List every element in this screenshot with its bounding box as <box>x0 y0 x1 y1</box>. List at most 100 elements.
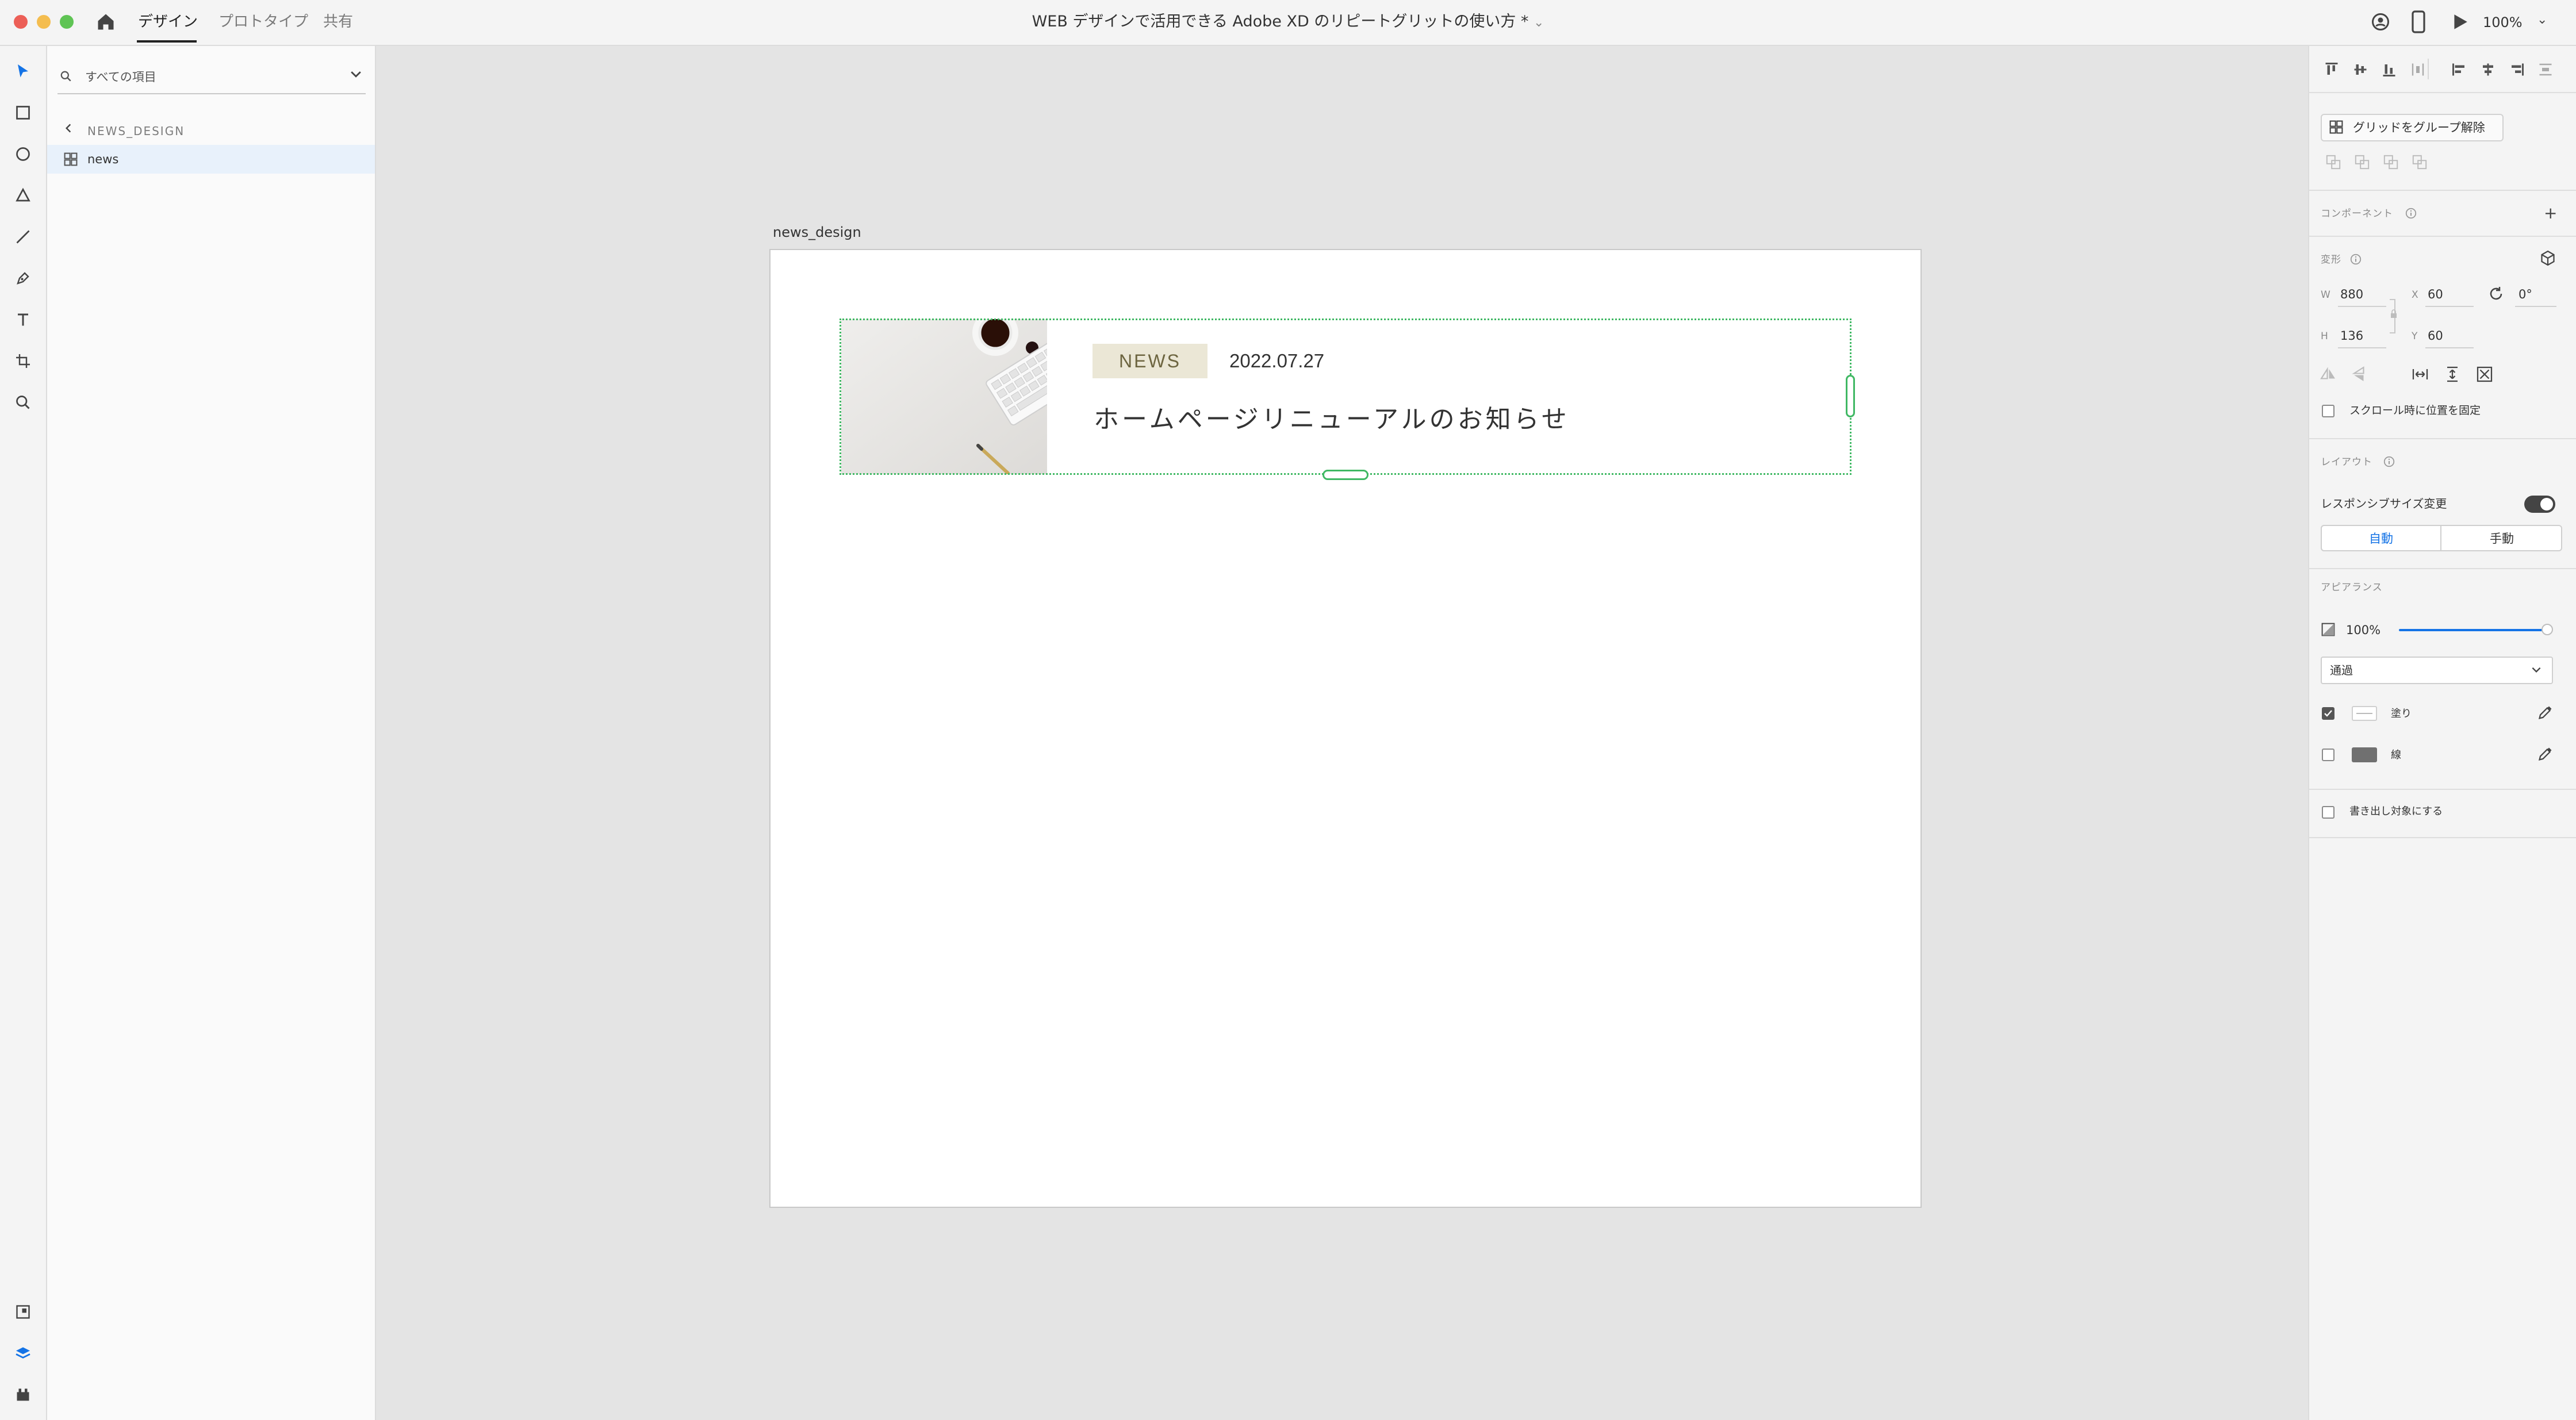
eyedropper-icon[interactable] <box>2537 704 2554 721</box>
text-icon[interactable] <box>10 307 36 332</box>
align-bottom-icon[interactable] <box>2380 61 2398 78</box>
select-icon[interactable] <box>10 59 36 84</box>
width-field[interactable]: 880 <box>2340 286 2363 302</box>
boolean-subtract-icon[interactable] <box>2354 154 2370 170</box>
opacity-value[interactable]: 100% <box>2346 622 2380 638</box>
tab-design[interactable]: デザイン <box>138 10 198 33</box>
ellipse-icon[interactable] <box>10 141 36 167</box>
3d-transform-icon[interactable] <box>2539 250 2556 267</box>
height-field[interactable]: 136 <box>2340 328 2363 344</box>
resize-mode-manual[interactable]: 手動 <box>2441 525 2562 551</box>
align-top-icon[interactable] <box>2323 61 2340 78</box>
fill-label: 塗り <box>2391 708 2412 720</box>
align-right-icon[interactable] <box>2508 61 2525 78</box>
assets-icon[interactable] <box>10 1299 36 1325</box>
zoom-window-button[interactable] <box>60 15 74 29</box>
align-left-icon[interactable] <box>2451 61 2468 78</box>
rotate-icon <box>2487 285 2505 302</box>
y-label: Y <box>2412 331 2418 342</box>
distribute-vertical-icon[interactable] <box>2537 61 2554 78</box>
divider <box>2309 190 2576 191</box>
divider <box>2309 789 2576 790</box>
distribute-horizontal-icon[interactable] <box>2409 61 2426 78</box>
align-center-icon[interactable] <box>2479 61 2497 78</box>
x-field-underline <box>2425 306 2474 307</box>
search-placeholder: すべての項目 <box>85 70 156 84</box>
fix-on-scroll-checkbox[interactable] <box>2322 405 2334 417</box>
zoom-level[interactable]: 100% <box>2483 13 2523 32</box>
divider <box>2309 837 2576 838</box>
back-chevron-icon[interactable] <box>62 122 75 135</box>
filter-chevron-down-icon[interactable] <box>348 67 363 82</box>
appearance-section-title: アピアランス <box>2321 582 2383 593</box>
stroke-checkbox[interactable] <box>2322 749 2334 761</box>
repeat-grid-vertical-handle[interactable] <box>1322 470 1368 480</box>
opacity-slider-track[interactable] <box>2399 629 2547 631</box>
minimize-window-button[interactable] <box>37 15 51 29</box>
lock-icon[interactable] <box>2390 309 2398 318</box>
pen-icon[interactable] <box>10 266 36 291</box>
info-icon[interactable] <box>2383 455 2395 468</box>
resize-mode-auto[interactable]: 自動 <box>2321 525 2441 551</box>
flip-horizontal-icon[interactable] <box>2320 367 2337 382</box>
align-middle-icon[interactable] <box>2352 61 2369 78</box>
width-label: W <box>2321 289 2330 301</box>
fit-both-icon[interactable] <box>2476 366 2493 383</box>
repeat-grid-selection[interactable] <box>839 318 1851 475</box>
divider <box>2309 438 2576 439</box>
y-field[interactable]: 60 <box>2428 328 2443 344</box>
divider <box>2309 568 2576 569</box>
chevron-down-icon <box>2530 663 2543 676</box>
align-divider <box>2428 59 2429 79</box>
tab-prototype[interactable]: プロトタイプ <box>218 10 308 33</box>
fill-checkbox[interactable] <box>2322 707 2334 720</box>
play-preview-icon[interactable] <box>2451 13 2469 31</box>
rotation-field[interactable]: 0° <box>2518 286 2532 302</box>
x-field[interactable]: 60 <box>2428 286 2443 302</box>
repeat-grid-horizontal-handle[interactable] <box>1846 375 1855 417</box>
divider <box>2309 92 2576 93</box>
artboard-icon[interactable] <box>10 348 36 374</box>
tab-share[interactable]: 共有 <box>323 10 353 33</box>
info-icon[interactable] <box>2405 207 2417 220</box>
fit-height-icon[interactable] <box>2444 366 2461 383</box>
stroke-color-swatch[interactable] <box>2352 747 2377 762</box>
opacity-slider-knob[interactable] <box>2542 624 2553 635</box>
flip-vertical-icon[interactable] <box>2352 366 2367 383</box>
eyedropper-icon[interactable] <box>2537 745 2554 762</box>
blend-mode-value: 通過 <box>2330 663 2353 677</box>
component-section-title: コンポーネント <box>2321 208 2393 220</box>
height-field-underline <box>2338 347 2386 348</box>
export-checkbox[interactable] <box>2322 806 2334 819</box>
boolean-add-icon[interactable] <box>2325 154 2341 170</box>
fit-width-icon[interactable] <box>2412 366 2429 383</box>
breadcrumb[interactable]: NEWS_DESIGN <box>87 123 185 139</box>
close-window-button[interactable] <box>14 15 28 29</box>
search-icon <box>60 70 72 83</box>
rectangle-icon[interactable] <box>10 100 36 125</box>
blend-mode-select[interactable] <box>2321 657 2553 684</box>
device-preview-icon[interactable] <box>2410 10 2426 33</box>
polygon-icon[interactable] <box>10 183 36 208</box>
stroke-label: 線 <box>2391 749 2401 761</box>
plugins-icon[interactable] <box>10 1382 36 1407</box>
layout-section-title: レイアウト <box>2321 456 2372 468</box>
width-field-underline <box>2338 306 2386 307</box>
height-label: H <box>2321 331 2328 342</box>
repeat-grid-icon <box>2329 120 2344 135</box>
line-icon[interactable] <box>10 224 36 250</box>
artboard-label[interactable]: news_design <box>773 223 861 241</box>
layers-icon[interactable] <box>10 1341 36 1366</box>
zoom-icon[interactable] <box>10 390 36 415</box>
home-icon[interactable] <box>95 11 116 32</box>
info-icon[interactable] <box>2349 253 2362 266</box>
chevron-down-icon[interactable]: ⌄ <box>2537 13 2547 27</box>
boolean-intersect-icon[interactable] <box>2383 154 2399 170</box>
y-field-underline <box>2425 347 2474 348</box>
document-title[interactable]: WEB デザインで活用できる Adobe XD のリピートグリットの使い方 * … <box>805 10 1771 34</box>
active-tab-indicator <box>137 40 197 43</box>
layer-name: news <box>87 152 119 166</box>
add-component-icon[interactable]: + <box>2544 205 2557 222</box>
boolean-exclude-icon[interactable] <box>2412 154 2428 170</box>
share-user-icon[interactable] <box>2370 11 2391 32</box>
